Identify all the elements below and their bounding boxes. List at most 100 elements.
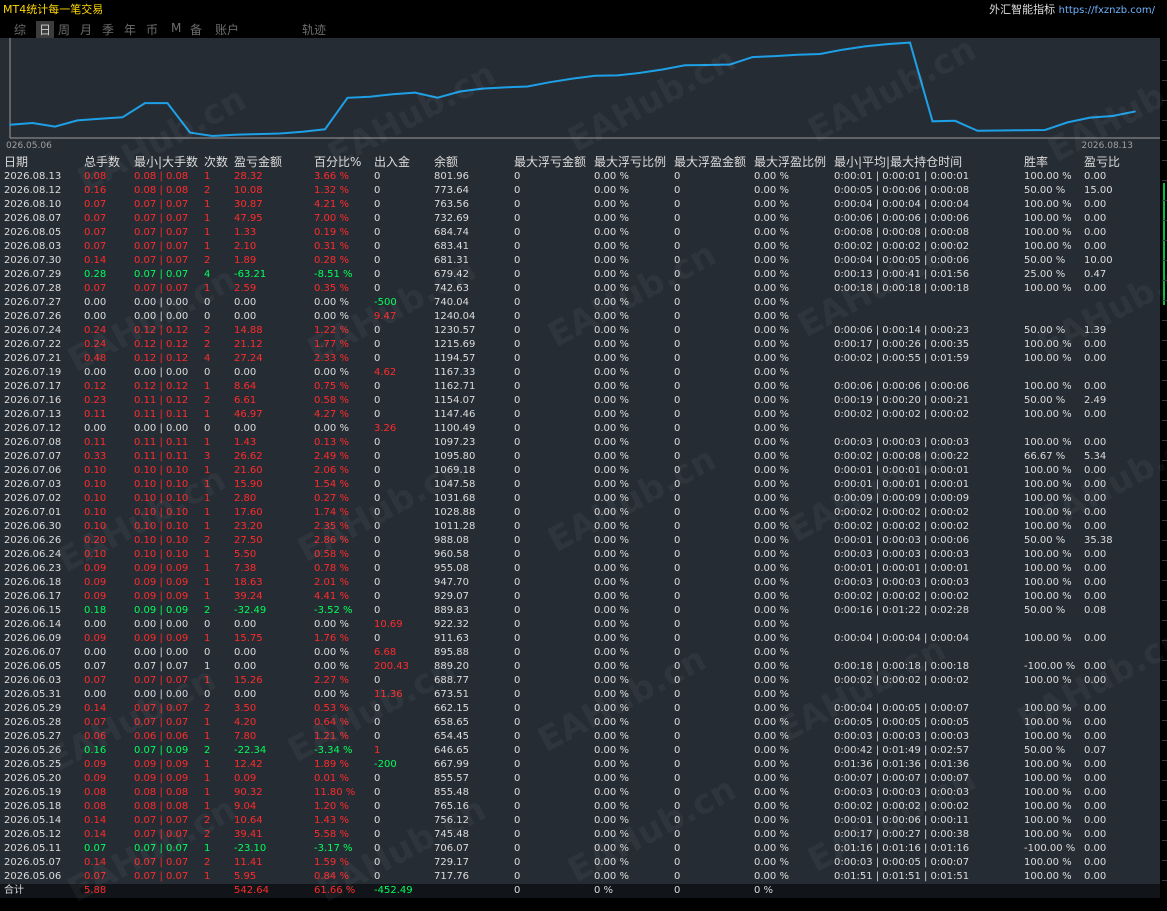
cell-max-float-loss: 0 <box>514 801 521 812</box>
cell-min-max-lots: 0.00 | 0.00 <box>134 647 189 658</box>
cell-min-max-lots: 0.09 | 0.09 <box>134 591 189 602</box>
cell-hold-time: 0:00:01 | 0:00:01 | 0:00:01 <box>834 171 970 182</box>
cell-lots: 0.11 <box>84 437 107 448</box>
header-max-float-loss-pct[interactable]: 最大浮亏比例 <box>594 152 666 172</box>
cell-pnl: 1.33 <box>234 227 257 238</box>
cell-max-float-loss: 0 <box>514 661 521 672</box>
cell-max-float-loss-pct: 0.00 % <box>594 633 629 644</box>
cell-deposit: 0 <box>374 591 381 602</box>
header-count[interactable]: 次数 <box>204 152 228 172</box>
cell-balance: 801.96 <box>434 171 469 182</box>
cell-max-float-profit: 0 <box>674 367 681 378</box>
cell-min-max-lots: 0.11 | 0.12 <box>134 395 189 406</box>
equity-point <box>99 117 101 120</box>
cell-max-float-loss: 0 <box>514 227 521 238</box>
cell-percent: -3.52 % <box>314 605 353 616</box>
cell-max-float-profit-pct: 0.00 % <box>754 773 789 784</box>
cell-percent: 0.00 % <box>314 661 349 672</box>
cell-date: 2026.05.11 <box>4 843 62 854</box>
tab-9[interactable]: 账户 <box>215 21 239 38</box>
brand-url[interactable]: https://fxznzb.com/ <box>1059 5 1155 16</box>
cell-max-float-loss: 0 <box>514 409 521 420</box>
tab-0[interactable]: 综 <box>14 21 26 38</box>
cell-lots: 0.09 <box>84 591 107 602</box>
cell-win-rate: 100.00 % <box>1024 829 1072 840</box>
equity-point <box>954 120 956 122</box>
cell-min-max-lots: 0.09 | 0.09 <box>134 605 189 616</box>
cell-deposit: 0 <box>374 353 381 364</box>
cell-profit-ratio: 35.38 <box>1084 535 1113 546</box>
cell-max-float-profit-pct: 0.00 % <box>754 199 789 210</box>
scale-tick <box>1162 600 1167 601</box>
cell-deposit: -200 <box>374 759 397 770</box>
scale-tick <box>1162 220 1167 221</box>
cell-min-max-lots: 0.07 | 0.07 <box>134 213 189 224</box>
cell-pnl: 27.24 <box>234 353 263 364</box>
table-row: 2026.07.07 0.33 0.11 | 0.11 3 26.62 2.49 % 0 10… <box>0 450 1160 464</box>
cell-pnl: 17.60 <box>234 507 263 518</box>
tab-6[interactable]: 币 <box>146 21 158 38</box>
header-pnl[interactable]: 盈亏金额 <box>234 152 282 172</box>
scale-tick <box>1162 840 1167 841</box>
scale-tick <box>1162 500 1167 501</box>
cell-pnl: 15.90 <box>234 479 263 490</box>
tab-2[interactable]: 周 <box>58 21 70 38</box>
header-max-float-profit-pct[interactable]: 最大浮盈比例 <box>754 152 826 172</box>
cell-date: 2026.07.27 <box>4 297 62 308</box>
cell-date: 2026.07.07 <box>4 451 62 462</box>
cell-max-float-loss-pct: 0.00 % <box>594 759 629 770</box>
header-hold-time[interactable]: 最小|平均|最大持仓时间 <box>834 152 962 172</box>
cell-max-float-loss-pct: 0.00 % <box>594 787 629 798</box>
cell-percent: 2.06 % <box>314 465 349 476</box>
cell-pnl: 46.97 <box>234 409 263 420</box>
cell-deposit: 1 <box>374 745 381 756</box>
cell-min-max-lots: 0.11 | 0.11 <box>134 409 189 420</box>
tab-8[interactable]: 备 <box>190 21 202 38</box>
header-max-float-profit[interactable]: 最大浮盈金额 <box>674 152 746 172</box>
cell-max-float-profit-pct: 0.00 % <box>754 787 789 798</box>
tab-3[interactable]: 月 <box>80 21 92 38</box>
tab-10[interactable]: 轨迹 <box>302 21 326 38</box>
cell-pnl: 1.89 <box>234 255 257 266</box>
cell-win-rate: 100.00 % <box>1024 857 1072 868</box>
cell-balance: 646.65 <box>434 745 469 756</box>
scale-tick <box>1162 800 1167 801</box>
tab-1[interactable]: 日 <box>36 21 55 38</box>
cell-max-float-profit-pct: 0.00 % <box>754 801 789 812</box>
cell-count: 1 <box>204 437 211 448</box>
cell-lots: 0.10 <box>84 493 107 504</box>
cell-max-float-loss-pct: 0.00 % <box>594 549 629 560</box>
cell-max-float-loss: 0 <box>514 843 521 854</box>
cell-hold-time: 0:00:03 | 0:00:03 | 0:00:03 <box>834 549 970 560</box>
cell-count: 1 <box>204 213 211 224</box>
header-balance[interactable]: 余额 <box>434 152 458 172</box>
brand-link[interactable]: 外汇智能指标 https://fxznzb.com/ <box>989 1 1155 17</box>
header-deposit[interactable]: 出入金 <box>374 152 410 172</box>
scale-tick <box>1162 400 1167 401</box>
scale-tick <box>1162 740 1167 741</box>
cell-date: 2026.07.22 <box>4 339 62 350</box>
tab-4[interactable]: 季 <box>102 21 114 38</box>
header-win-rate[interactable]: 胜率 <box>1024 152 1048 172</box>
cell-max-float-profit-pct: 0.00 % <box>754 367 789 378</box>
header-date[interactable]: 日期 <box>4 152 28 172</box>
cell-max-float-profit: 0 <box>674 577 681 588</box>
equity-point <box>346 97 349 99</box>
cell-balance: 732.69 <box>434 213 469 224</box>
cell-balance: 922.32 <box>434 619 469 630</box>
cell-date: 2026.06.09 <box>4 633 62 644</box>
table-row: 2026.07.06 0.10 0.10 | 0.10 1 21.60 2.06 % 0 10… <box>0 464 1160 478</box>
cell-date: 2026.08.05 <box>4 227 62 238</box>
table-row: 2026.05.20 0.09 0.09 | 0.09 1 0.09 0.01 % 0 855… <box>0 772 1160 786</box>
header-max-float-loss[interactable]: 最大浮亏金额 <box>514 152 586 172</box>
table-row: 2026.06.17 0.09 0.09 | 0.09 1 39.24 4.41 % 0 92… <box>0 590 1160 604</box>
cell-profit-ratio: 10.00 <box>1084 255 1113 266</box>
cell-profit-ratio: 0.00 <box>1084 815 1107 826</box>
cell-balance: 1100.49 <box>434 423 476 434</box>
cell-max-float-profit-pct: 0.00 % <box>754 591 789 602</box>
tab-5[interactable]: 年 <box>124 21 136 38</box>
cell-win-rate: 25.00 % <box>1024 269 1066 280</box>
tab-7[interactable]: M <box>171 21 181 35</box>
cell-deposit: 0 <box>374 605 381 616</box>
cell-count: 2 <box>204 339 211 350</box>
